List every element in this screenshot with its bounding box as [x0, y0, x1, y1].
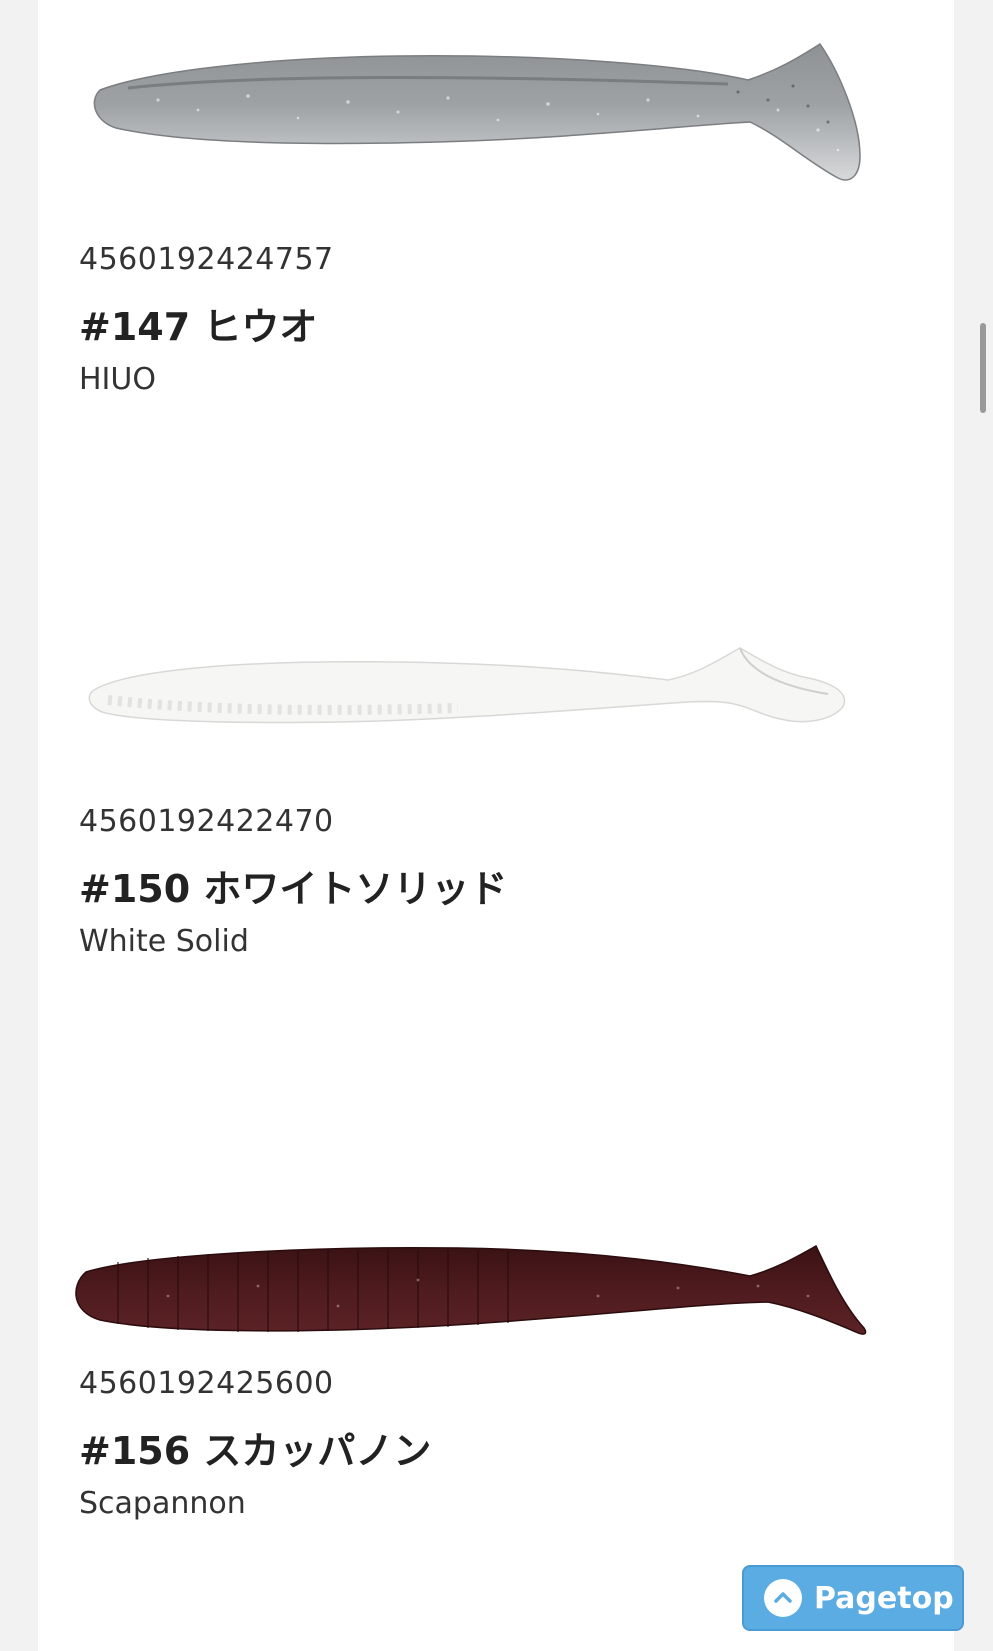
product-name[interactable]: #150 ホワイトソリッド [79, 858, 507, 913]
product-image-white-solid[interactable] [38, 630, 954, 750]
product-image-hiuo[interactable] [38, 30, 954, 200]
page: 4560192424757 #147 ヒウオ HIUO 456019242247… [0, 0, 993, 1651]
product-name-en: White Solid [79, 924, 249, 959]
pagetop-label: Pagetop [814, 1580, 954, 1616]
product-name-en: HIUO [79, 362, 156, 397]
pagetop-button[interactable]: Pagetop [742, 1565, 964, 1631]
product-image-scapannon[interactable] [38, 1236, 954, 1376]
scrollbar[interactable] [980, 323, 986, 413]
product-jan-code: 4560192424757 [79, 242, 334, 277]
chevron-up-icon [764, 1579, 802, 1617]
product-list: 4560192424757 #147 ヒウオ HIUO 456019242247… [38, 0, 954, 1651]
product-jan-code: 4560192425600 [79, 1366, 334, 1401]
product-name[interactable]: #156 スカッパノン [79, 1420, 431, 1475]
product-jan-code: 4560192422470 [79, 804, 334, 839]
product-name[interactable]: #147 ヒウオ [79, 296, 317, 351]
product-name-en: Scapannon [79, 1486, 246, 1521]
